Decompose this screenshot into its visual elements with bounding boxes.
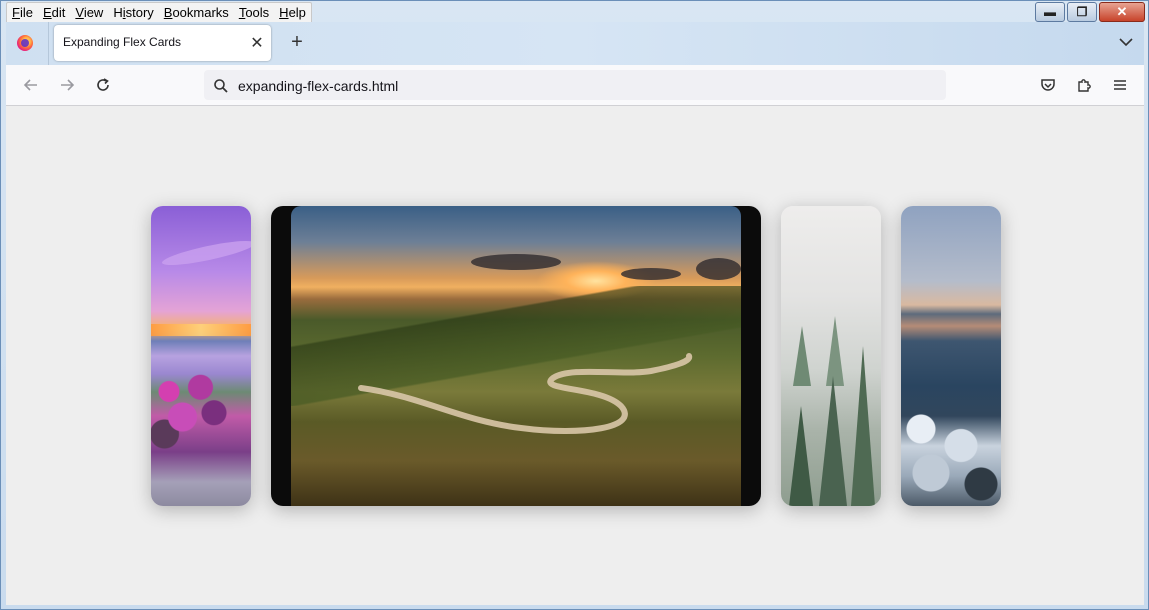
browser-window: File Edit View History Bookmarks Tools H… — [0, 0, 1149, 610]
page-content — [6, 106, 1144, 605]
menu-bookmarks[interactable]: Bookmarks — [159, 3, 234, 23]
menu-edit[interactable]: Edit — [38, 3, 70, 23]
hamburger-menu-icon — [1114, 80, 1126, 90]
card-image-tree — [851, 346, 875, 506]
maximize-button[interactable]: ❐ — [1067, 2, 1097, 22]
card-image-tree — [793, 326, 811, 386]
card-image-valley — [291, 206, 741, 506]
minimize-button[interactable]: ▬ — [1035, 2, 1065, 22]
menu-view[interactable]: View — [70, 3, 108, 23]
card-image-tree — [819, 376, 847, 506]
pocket-button[interactable] — [1038, 75, 1058, 95]
menu-tools[interactable]: Tools — [234, 3, 274, 23]
extensions-button[interactable] — [1074, 75, 1094, 95]
minimize-icon: ▬ — [1044, 5, 1056, 19]
card-image-cloud — [160, 236, 251, 270]
firefox-icon[interactable] — [17, 35, 33, 51]
tab-close-icon[interactable]: ✕ — [248, 34, 266, 52]
card-image-tree — [789, 406, 813, 506]
menu-help[interactable]: Help — [274, 3, 311, 23]
card-misty-forest[interactable] — [781, 206, 881, 506]
back-button[interactable] — [21, 75, 41, 95]
card-image-road — [358, 353, 693, 435]
forward-button[interactable] — [57, 75, 77, 95]
card-image-sunset — [151, 324, 251, 336]
app-menu-button[interactable] — [1110, 75, 1130, 95]
tab-separator — [48, 22, 49, 65]
tab-strip: Expanding Flex Cards ✕ + — [6, 22, 1144, 65]
close-window-button[interactable]: ✕ — [1099, 2, 1145, 22]
arrow-left-icon — [23, 79, 37, 91]
reload-button[interactable] — [93, 75, 113, 95]
puzzle-icon — [1078, 79, 1091, 92]
menu-bar: File Edit View History Bookmarks Tools H… — [6, 2, 312, 24]
pocket-icon — [1041, 79, 1055, 91]
card-rocky-coast[interactable] — [901, 206, 1001, 506]
card-image-rocks — [901, 396, 1001, 506]
close-icon: ✕ — [1116, 4, 1128, 19]
new-tab-button[interactable]: + — [287, 31, 307, 53]
chevron-down-icon[interactable] — [1118, 34, 1134, 50]
tab-title: Expanding Flex Cards — [63, 35, 182, 49]
card-winding-road-valley-active[interactable] — [271, 206, 761, 506]
navigation-toolbar: expanding-flex-cards.html — [6, 65, 1144, 106]
address-bar[interactable]: expanding-flex-cards.html — [204, 70, 946, 100]
menu-history[interactable]: History — [108, 3, 158, 23]
maximize-icon: ❐ — [1076, 5, 1088, 19]
search-icon — [214, 79, 228, 93]
reload-icon — [97, 78, 109, 91]
menu-file[interactable]: File — [7, 3, 38, 23]
arrow-right-icon — [61, 79, 75, 91]
tab-expanding-flex-cards[interactable]: Expanding Flex Cards ✕ — [54, 25, 271, 61]
window-controls: ▬ ❐ ✕ — [1033, 2, 1145, 22]
card-image-flowers — [151, 366, 241, 451]
url-text[interactable]: expanding-flex-cards.html — [238, 78, 398, 94]
card-lake-flowers[interactable] — [151, 206, 251, 506]
